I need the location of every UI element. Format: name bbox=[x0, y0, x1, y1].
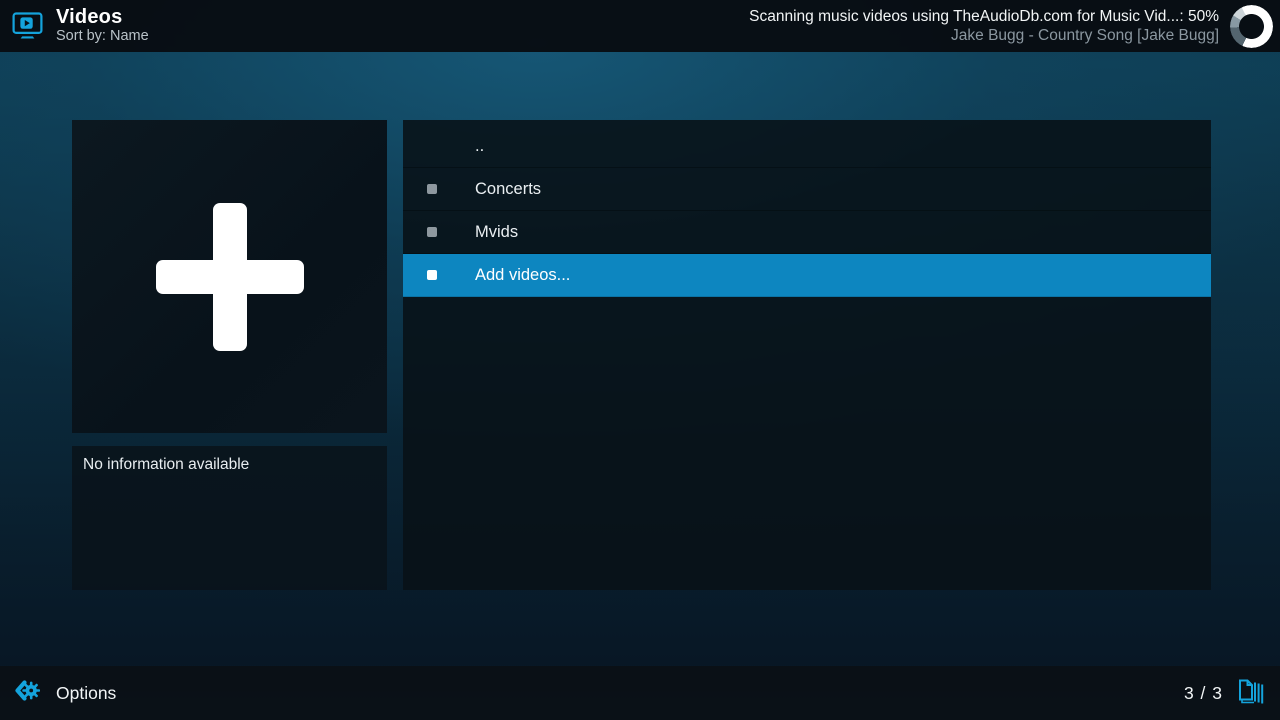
video-tv-icon bbox=[12, 12, 43, 40]
item-info-text: No information available bbox=[83, 456, 249, 473]
options-button[interactable]: Options bbox=[13, 677, 116, 709]
list-item[interactable]: Mvids bbox=[403, 211, 1211, 254]
list-item-label: .. bbox=[475, 137, 484, 156]
folder-bullet-icon bbox=[427, 270, 437, 280]
chevron-gear-icon bbox=[13, 677, 40, 709]
page-title: Videos bbox=[56, 7, 149, 29]
list-item-label: Add videos... bbox=[475, 266, 570, 285]
folder-bullet-icon bbox=[427, 184, 437, 194]
stacked-pages-icon bbox=[1235, 677, 1266, 710]
folder-bullet-icon bbox=[427, 227, 437, 237]
item-info-panel: No information available bbox=[72, 446, 387, 590]
title-block: Videos Sort by: Name bbox=[56, 7, 149, 45]
busy-spinner-icon bbox=[1230, 5, 1273, 48]
plus-icon bbox=[213, 203, 247, 351]
scan-status: Scanning music videos using TheAudioDb.c… bbox=[749, 7, 1230, 46]
list-item[interactable]: Add videos... bbox=[403, 254, 1211, 297]
list-item-label: Mvids bbox=[475, 223, 518, 242]
page-indicator: 3 / 3 bbox=[1184, 677, 1266, 710]
kodi-videos-screen: Videos Sort by: Name Scanning music vide… bbox=[0, 0, 1280, 720]
page-count-label: 3 / 3 bbox=[1184, 683, 1223, 704]
list-item[interactable]: .. bbox=[403, 125, 1211, 168]
sort-order-label: Sort by: Name bbox=[56, 29, 149, 45]
list-item[interactable]: Concerts bbox=[403, 168, 1211, 211]
options-button-label: Options bbox=[56, 683, 116, 704]
footer-bar: Options 3 / 3 bbox=[0, 666, 1280, 720]
scan-status-item: Jake Bugg - Country Song [Jake Bugg] bbox=[749, 26, 1219, 45]
list-item-label: Concerts bbox=[475, 180, 541, 199]
scan-status-progress: Scanning music videos using TheAudioDb.c… bbox=[749, 7, 1219, 26]
header-bar: Videos Sort by: Name Scanning music vide… bbox=[0, 0, 1280, 52]
focused-item-thumbnail bbox=[72, 120, 387, 433]
media-list: .. Concerts Mvids Add videos... bbox=[403, 120, 1211, 590]
